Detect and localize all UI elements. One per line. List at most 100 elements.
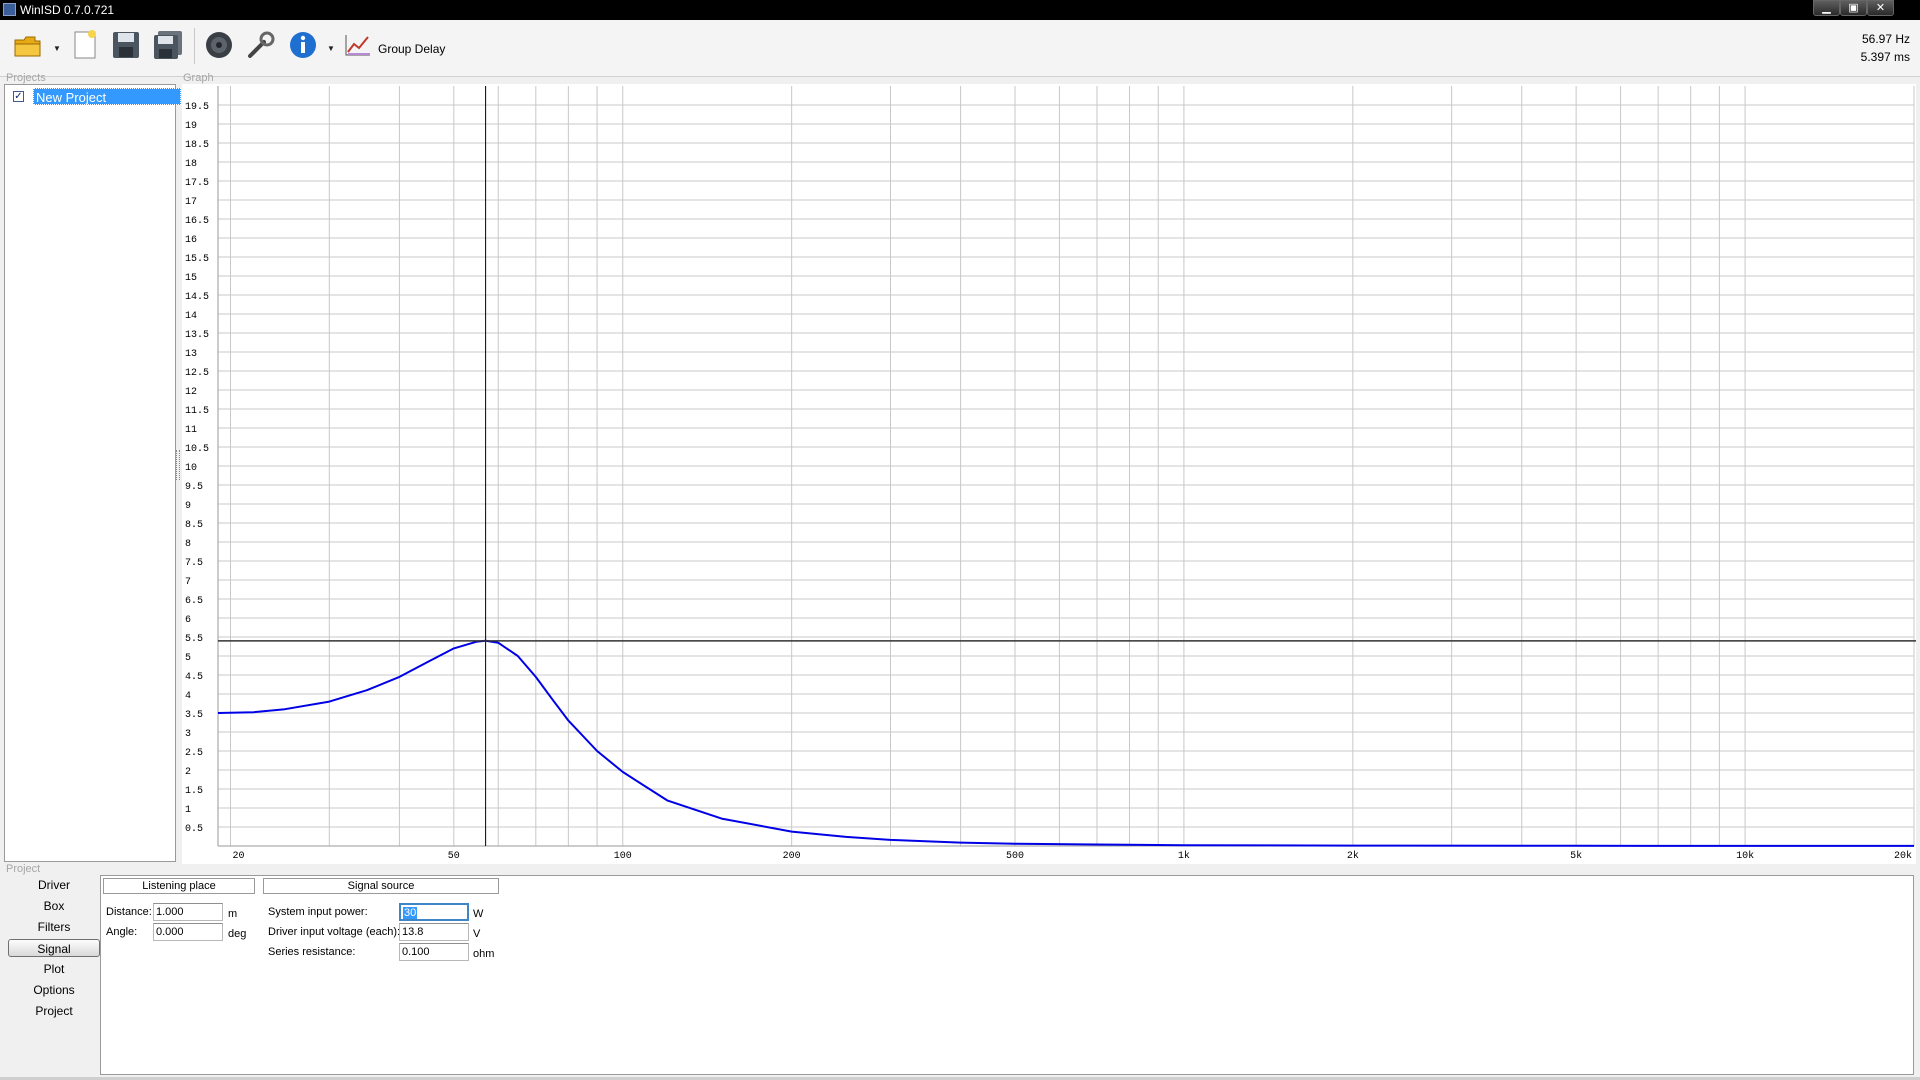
app-icon [3, 3, 16, 16]
save-button[interactable] [110, 29, 142, 61]
open-project-button[interactable] [12, 29, 44, 61]
angle-label: Angle: [106, 926, 138, 938]
y-tick-label: 6.5 [185, 596, 203, 607]
tools-button[interactable] [245, 29, 277, 61]
cursor-readout: 56.97 Hz 5.397 ms [1861, 30, 1910, 66]
x-tick-label: 2k [1347, 850, 1359, 862]
system-input-power-label: System input power: [268, 906, 368, 918]
tab-options[interactable]: Options [8, 981, 100, 999]
voltage-unit: V [473, 928, 481, 940]
project-name[interactable]: New Project [33, 88, 181, 105]
y-tick-label: 13.5 [185, 330, 209, 341]
save-all-icon [154, 31, 182, 59]
tab-driver[interactable]: Driver [8, 876, 100, 894]
y-tick-label: 11 [185, 425, 197, 436]
y-tick-label: 18.5 [185, 140, 209, 151]
maximize-button[interactable]: ▣ [1840, 0, 1867, 16]
minimize-button[interactable]: ▁ [1813, 0, 1840, 16]
graph-panel[interactable]: 0.5 1 1.5 2 2.5 3 3.5 4 4.5 5 5.5 6 6.5 7 7.5 8 8.5 9 9.5 1… [182, 84, 1916, 864]
y-tick-label: 1.5 [185, 786, 203, 797]
new-project-icon [74, 30, 96, 59]
x-tick-label: 20k [1894, 850, 1912, 862]
y-tick-label: 16 [185, 235, 197, 246]
info-button[interactable] [287, 29, 319, 61]
signal-source-header: Signal source [263, 878, 499, 894]
toolbar: ▼ ▼ Group Delay 56.97 Hz 5.397 ms [0, 20, 1920, 77]
y-tick-label: 14 [185, 311, 197, 322]
y-tick-label: 17.5 [185, 178, 209, 189]
x-tick-label: 10k [1736, 850, 1754, 862]
system-input-power-value: 30 [403, 907, 418, 919]
angle-field[interactable]: 0.000 [153, 923, 223, 941]
y-tick-label: 12 [185, 387, 197, 398]
y-tick-label: 14.5 [185, 292, 209, 303]
x-tick-label: 1k [1178, 850, 1190, 862]
tab-plot[interactable]: Plot [8, 960, 100, 978]
y-tick-label: 5 [185, 653, 191, 664]
panel-splitter[interactable] [176, 450, 180, 480]
x-tick-label: 5k [1570, 850, 1582, 862]
series-resistance-label: Series resistance: [268, 946, 356, 958]
y-tick-label: 3 [185, 729, 191, 740]
toolbar-separator [194, 28, 195, 64]
projects-list: ✓ New Project [4, 84, 181, 862]
y-tick-label: 7 [185, 577, 191, 588]
driver-input-voltage-label: Driver input voltage (each): [268, 926, 401, 938]
y-tick-label: 4 [185, 691, 191, 702]
tab-project[interactable]: Project [8, 1002, 100, 1020]
open-folder-icon [14, 36, 41, 57]
distance-unit: m [228, 908, 238, 920]
close-button[interactable]: ✕ [1867, 0, 1894, 16]
y-tick-label: 13 [185, 349, 197, 360]
y-tick-label: 5.5 [185, 634, 203, 645]
graph-type-selector[interactable] [344, 29, 372, 61]
angle-unit: deg [228, 928, 247, 940]
x-tick-label: 100 [614, 851, 632, 862]
driver-input-voltage-field[interactable]: 13.8 [399, 923, 469, 941]
tab-signal[interactable]: Signal [8, 939, 100, 957]
window-title: WinISD 0.7.0.721 [20, 3, 115, 17]
y-tick-label: 0.5 [185, 824, 203, 835]
group-delay-curve [217, 639, 1914, 847]
y-tick-label: 17 [185, 197, 197, 208]
cursor-frequency: 56.97 Hz [1861, 32, 1910, 46]
driver-editor-button[interactable] [203, 29, 235, 61]
y-tick-label: 15 [185, 273, 197, 284]
project-checkbox[interactable]: ✓ [13, 91, 24, 102]
title-bar: WinISD 0.7.0.721 ▁ ▣ ✕ [0, 0, 1920, 20]
group-delay-chart[interactable]: 0.511.522.533.544.555.566.577.588.599.51… [182, 84, 1916, 864]
distance-label: Distance: [106, 906, 152, 918]
y-tick-label: 19.5 [185, 102, 209, 113]
group-delay-icon [345, 35, 370, 56]
y-tick-label: 2.5 [185, 748, 203, 759]
tab-filters[interactable]: Filters [8, 918, 100, 936]
power-unit: W [473, 908, 484, 920]
x-tick-label: 50 [448, 851, 460, 862]
series-resistance-field[interactable]: 0.100 [399, 943, 469, 961]
info-dropdown-arrow[interactable]: ▼ [327, 44, 335, 53]
y-tick-label: 4.5 [185, 672, 203, 683]
info-icon [290, 32, 316, 58]
open-dropdown-arrow[interactable]: ▼ [53, 44, 61, 53]
x-tick-label: 20 [233, 851, 245, 862]
distance-field[interactable]: 1.000 [153, 903, 223, 921]
y-tick-label: 16.5 [185, 216, 209, 227]
new-project-button[interactable] [69, 29, 101, 61]
graph-type-label[interactable]: Group Delay [378, 42, 445, 56]
project-list-item[interactable]: ✓ New Project [9, 88, 181, 105]
projects-group-label: Projects [6, 72, 46, 84]
y-tick-label: 19 [185, 121, 197, 132]
y-tick-label: 6 [185, 615, 191, 626]
y-tick-label: 12.5 [185, 368, 209, 379]
system-input-power-field[interactable]: 30 [399, 903, 469, 921]
y-tick-label: 9 [185, 501, 191, 512]
project-group-label: Project [6, 863, 41, 875]
signal-panel: Listening place Signal source Distance: … [100, 875, 1914, 1075]
tab-box[interactable]: Box [8, 897, 100, 915]
y-tick-label: 9.5 [185, 482, 203, 493]
y-tick-label: 18 [185, 159, 197, 170]
save-as-button[interactable] [152, 29, 184, 61]
cursor-value: 5.397 ms [1860, 50, 1910, 64]
y-tick-label: 15.5 [185, 254, 209, 265]
x-tick-label: 500 [1006, 851, 1024, 862]
